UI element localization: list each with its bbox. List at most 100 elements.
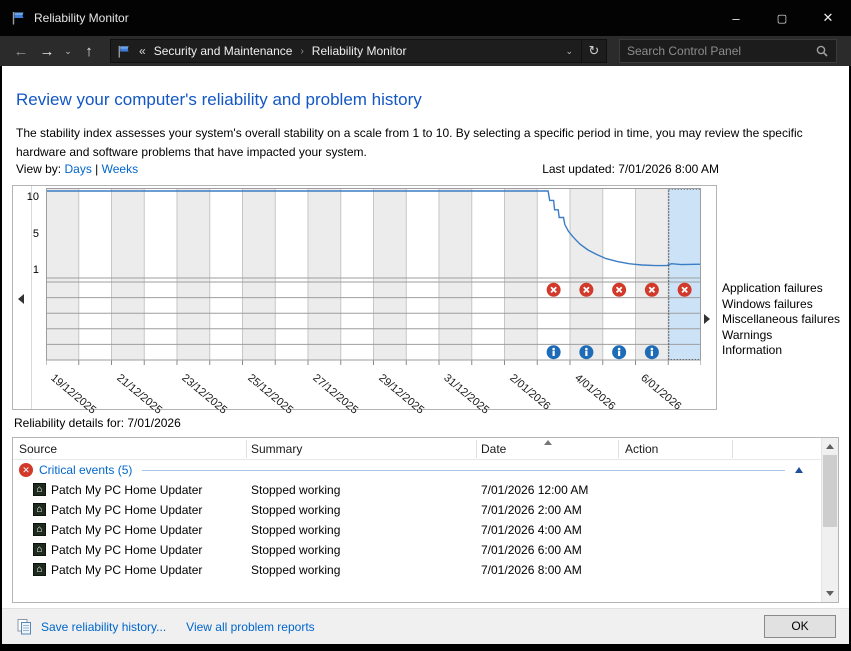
x-axis-tick-label: 4/01/2026 [572,372,617,413]
sort-ascending-icon [544,440,552,445]
maximize-button[interactable]: ▢ [759,0,805,36]
close-button[interactable]: ✕ [805,0,851,36]
app-icon: ⌂ [33,523,46,536]
up-button[interactable]: ↑ [76,43,102,60]
cell-date: 7/01/2026 2:00 AM [481,503,582,517]
save-history-icon [16,618,33,635]
group-label[interactable]: Critical events (5) [39,463,132,477]
table-row[interactable]: ⌂ Patch My PC Home Updater Stopped working… [13,540,821,560]
table-scrollbar[interactable] [821,438,838,602]
table-row[interactable]: ⌂ Patch My PC Home Updater Stopped working… [13,560,821,580]
cell-source: Patch My PC Home Updater [51,503,202,517]
x-axis-tick-label: 2/01/2026 [507,372,552,413]
x-axis-tick-label: 27/12/2025 [310,372,360,417]
history-dropdown-icon[interactable]: ⌄ [60,46,76,57]
column-header-source[interactable]: Source [19,442,57,456]
back-button[interactable]: ← [8,43,34,60]
view-all-problem-reports-link[interactable]: View all problem reports [186,620,315,634]
chart-plot-area[interactable] [46,188,701,366]
x-axis-tick-label: 31/12/2025 [441,372,491,417]
critical-error-icon: ✕ [19,463,33,477]
cell-source: Patch My PC Home Updater [51,483,202,497]
table-row[interactable]: ⌂ Patch My PC Home Updater Stopped working… [13,520,821,540]
app-icon: ⌂ [33,503,46,516]
view-by-label: View by: [16,162,61,176]
page-description: The stability index assesses your system… [16,124,842,162]
cell-date: 7/01/2026 4:00 AM [481,523,582,537]
breadcrumb-separator-icon: › [300,46,303,57]
table-row[interactable]: ⌂ Patch My PC Home Updater Stopped working… [13,500,821,520]
y-axis-tick-5: 5 [13,228,39,240]
legend-application-failures: Application failures [722,281,840,297]
cell-source: Patch My PC Home Updater [51,523,202,537]
view-by-bar: View by: Days | Weeks Last updated: 7/01… [16,162,719,176]
breadcrumb[interactable]: « Security and Maintenance › Reliability… [110,39,582,63]
breadcrumb-item-reliability-monitor[interactable]: Reliability Monitor [312,44,407,58]
address-dropdown-icon[interactable]: ⌄ [565,46,581,57]
scroll-right-icon[interactable] [704,314,710,324]
window-title: Reliability Monitor [34,11,129,25]
x-axis-tick-label: 6/01/2026 [638,372,683,413]
cell-summary: Stopped working [251,543,340,557]
legend-warnings: Warnings [722,328,840,344]
breadcrumb-overflow-icon[interactable]: « [139,44,146,58]
details-table: Source Summary Date Action ✕ Critical ev… [12,437,839,603]
navigation-bar: ← → ⌄ ↑ « Security and Maintenance › Rel… [0,36,851,66]
column-header-summary[interactable]: Summary [251,442,302,456]
scrollbar-thumb[interactable] [823,455,837,527]
scroll-up-icon[interactable] [826,444,834,449]
legend-information: Information [722,343,840,359]
flag-icon [116,44,131,59]
y-axis-tick-10: 10 [13,191,39,203]
cell-summary: Stopped working [251,503,340,517]
x-axis-tick-label: 19/12/2025 [48,372,98,417]
x-axis-tick-label: 29/12/2025 [376,372,426,417]
details-label: Reliability details for: 7/01/2026 [14,416,181,430]
scroll-left-icon[interactable] [18,294,24,304]
page-title: Review your computer's reliability and p… [16,90,422,110]
column-header-date[interactable]: Date [481,442,506,456]
title-bar: Reliability Monitor – ▢ ✕ [0,0,851,36]
last-updated-label: Last updated: 7/01/2026 8:00 AM [542,162,719,176]
cell-date: 7/01/2026 8:00 AM [481,563,582,577]
cell-source: Patch My PC Home Updater [51,563,202,577]
cell-source: Patch My PC Home Updater [51,543,202,557]
table-header: Source Summary Date Action [13,438,821,460]
app-icon: ⌂ [33,543,46,556]
view-by-days-link[interactable]: Days [64,162,91,176]
flag-icon [10,10,26,26]
cell-summary: Stopped working [251,563,340,577]
chart-legend: Application failures Windows failures Mi… [722,281,840,359]
view-by-weeks-link[interactable]: Weeks [102,162,138,176]
save-reliability-history-link[interactable]: Save reliability history... [41,620,166,634]
ok-button[interactable]: OK [764,615,836,638]
table-row[interactable]: ⌂ Patch My PC Home Updater Stopped working… [13,480,821,500]
search-placeholder: Search Control Panel [627,44,815,58]
breadcrumb-item-security-and-maintenance[interactable]: Security and Maintenance [154,44,293,58]
x-axis-tick-label: 21/12/2025 [114,372,164,417]
x-axis-tick-label: 23/12/2025 [179,372,229,417]
stability-chart[interactable]: 10 5 1 19/12/202521/12/202523/12/202525/… [12,185,717,410]
refresh-button[interactable]: ↻ [582,39,607,63]
cell-summary: Stopped working [251,523,340,537]
scroll-down-icon[interactable] [826,591,834,596]
cell-summary: Stopped working [251,483,340,497]
cell-date: 7/01/2026 6:00 AM [481,543,582,557]
cell-date: 7/01/2026 12:00 AM [481,483,588,497]
reliability-monitor-window: Reliability Monitor – ▢ ✕ ← → ⌄ ↑ « Secu… [0,0,851,651]
app-icon: ⌂ [33,563,46,576]
legend-windows-failures: Windows failures [722,297,840,313]
y-axis-tick-1: 1 [13,264,39,276]
legend-miscellaneous-failures: Miscellaneous failures [722,312,840,328]
collapse-group-icon[interactable] [795,467,803,473]
group-row-critical-events[interactable]: ✕ Critical events (5) [13,460,821,480]
main-content: Review your computer's reliability and p… [2,66,849,644]
app-icon: ⌂ [33,483,46,496]
column-header-action[interactable]: Action [625,442,658,456]
x-axis-tick-label: 25/12/2025 [245,372,295,417]
search-input[interactable]: Search Control Panel [619,39,837,63]
search-icon[interactable] [815,44,829,58]
minimize-button[interactable]: – [713,0,759,36]
forward-button[interactable]: → [34,43,60,60]
view-by-separator: | [95,162,98,176]
